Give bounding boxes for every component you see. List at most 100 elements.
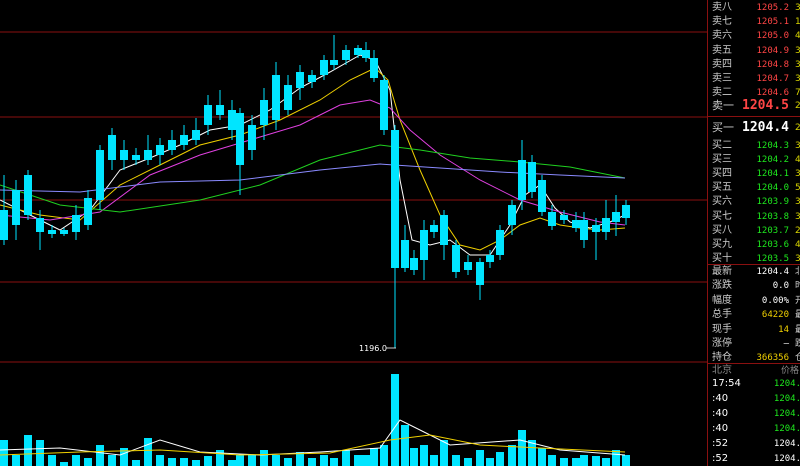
ticks-header: 北京 价格 bbox=[708, 364, 800, 378]
stat-row[interactable]: 最新 1204.4 北 bbox=[708, 265, 800, 279]
candle-down bbox=[296, 65, 304, 100]
candle-down bbox=[410, 250, 418, 275]
ask-volume: 3 bbox=[795, 45, 800, 56]
stat-row[interactable]: 现手 14 最 bbox=[708, 323, 800, 337]
bid-volume: 3 bbox=[795, 211, 800, 222]
volume-bar bbox=[401, 425, 409, 466]
volume-bar bbox=[132, 460, 140, 466]
order-book-panel: 卖八 1205.2 3 卖七 1205.1 1 卖六 1205.0 4 卖五 1204.9 3 卖四 12… bbox=[707, 0, 800, 466]
tick-price: 1204. bbox=[773, 409, 800, 419]
stat-label: 总手 bbox=[712, 309, 732, 321]
volume-bar bbox=[508, 445, 516, 466]
bid-row[interactable]: 买五 1204.0 5 bbox=[708, 181, 800, 195]
candle-down bbox=[260, 88, 268, 140]
volume-bar bbox=[228, 460, 236, 466]
ask-price: 1204.7 bbox=[756, 74, 789, 84]
ask1-volume: 2 bbox=[795, 101, 800, 111]
volume-bar bbox=[572, 458, 580, 466]
ask-row[interactable]: 卖六 1205.0 4 bbox=[708, 29, 800, 43]
ask-row[interactable]: 卖八 1205.2 3 bbox=[708, 1, 800, 15]
volume-bar bbox=[108, 455, 116, 466]
bid-row[interactable]: 买九 1203.6 4 bbox=[708, 238, 800, 252]
bid1-price: 1204.4 bbox=[742, 121, 789, 135]
ask-label: 卖七 bbox=[712, 16, 732, 28]
bid-row[interactable]: 买四 1204.1 3 bbox=[708, 167, 800, 181]
bid-price: 1204.0 bbox=[756, 183, 789, 194]
tick-row[interactable]: :52 1204. bbox=[708, 452, 800, 466]
bid-row[interactable]: 买七 1203.8 3 bbox=[708, 210, 800, 224]
stat-extra: 时 bbox=[795, 281, 800, 292]
ask-row[interactable]: 卖五 1204.9 3 bbox=[708, 44, 800, 58]
stat-value: 1204.4 bbox=[756, 267, 789, 277]
tick-row[interactable]: :40 1204. bbox=[708, 392, 800, 406]
volume-bar bbox=[486, 458, 494, 466]
tick-time: :40 bbox=[712, 423, 729, 434]
ask-row[interactable]: 卖七 1205.1 1 bbox=[708, 15, 800, 29]
bid-row[interactable]: 买六 1203.9 3 bbox=[708, 195, 800, 209]
ask-volume: 1 bbox=[795, 17, 800, 28]
stat-row[interactable]: 涨停 — 跌 bbox=[708, 337, 800, 351]
stat-row[interactable]: 幅度 0.00% 开 bbox=[708, 294, 800, 308]
volume-bar bbox=[192, 460, 200, 466]
volume-bar bbox=[476, 450, 484, 466]
bid-label: 买二 bbox=[712, 140, 732, 151]
candle-down bbox=[602, 200, 610, 240]
volume-bar bbox=[168, 458, 176, 466]
ask1-label: 卖一 bbox=[712, 99, 734, 112]
bid1-volume: 2 bbox=[795, 123, 800, 133]
bid-label: 买四 bbox=[712, 168, 732, 180]
bid-volume: 4 bbox=[795, 155, 800, 166]
ma10-line bbox=[0, 67, 626, 251]
bid-row[interactable]: 买三 1204.2 4 bbox=[708, 153, 800, 167]
bid-price: 1204.1 bbox=[756, 169, 789, 180]
candle-down bbox=[84, 190, 92, 230]
stat-row[interactable]: 总手 64220 最 bbox=[708, 308, 800, 322]
volume-bar bbox=[354, 455, 362, 466]
bid-label: 买六 bbox=[712, 196, 732, 208]
stat-row[interactable]: 涨跌 0.0 时 bbox=[708, 279, 800, 293]
tick-time: :52 bbox=[712, 453, 729, 464]
stat-label: 最新 bbox=[712, 266, 732, 277]
ticks-header-right: 价格 bbox=[780, 366, 799, 376]
ask-price: 1205.0 bbox=[756, 31, 789, 42]
bid-label: 买三 bbox=[712, 154, 732, 166]
tick-row[interactable]: :52 1204. bbox=[708, 437, 800, 451]
candle-down bbox=[144, 135, 152, 165]
candle-down bbox=[284, 75, 292, 115]
volume-bar bbox=[204, 456, 212, 466]
tick-row[interactable]: 17:54 1204. bbox=[708, 377, 800, 391]
tick-row[interactable]: :40 1204. bbox=[708, 422, 800, 436]
candle-down bbox=[248, 115, 256, 160]
volume-bar bbox=[330, 458, 338, 466]
ask1-row[interactable]: 卖一 1204.5 2 bbox=[708, 99, 800, 113]
volume-bar bbox=[602, 458, 610, 466]
candle-down bbox=[24, 170, 32, 220]
candle-down bbox=[538, 175, 546, 216]
candle-down bbox=[528, 155, 536, 198]
volume-bar bbox=[496, 452, 504, 466]
stat-label: 幅度 bbox=[712, 294, 732, 306]
volume-bar bbox=[60, 462, 68, 466]
volume-bar bbox=[308, 458, 316, 466]
ask-volume: 3 bbox=[795, 3, 800, 13]
candle-down bbox=[272, 62, 280, 130]
candle-down bbox=[362, 42, 370, 62]
stat-value: 64220 bbox=[761, 310, 789, 321]
volume-bar bbox=[180, 458, 188, 466]
bid1-row[interactable]: 买一 1204.4 2 bbox=[708, 121, 800, 135]
stat-extra: 跌 bbox=[795, 339, 800, 349]
tick-row[interactable]: :40 1204. bbox=[708, 407, 800, 421]
candle-down bbox=[72, 205, 80, 240]
candle-down bbox=[236, 108, 244, 195]
volume-bar bbox=[24, 435, 32, 466]
volume-bar bbox=[420, 445, 428, 466]
volume-bar bbox=[580, 455, 588, 466]
candlestick-chart[interactable]: 1196.0 bbox=[0, 0, 707, 466]
ask-label: 卖六 bbox=[712, 30, 732, 42]
bid-row[interactable]: 买八 1203.7 2 bbox=[708, 224, 800, 238]
bid-label: 买九 bbox=[712, 238, 732, 250]
ask-row[interactable]: 卖三 1204.7 3 bbox=[708, 72, 800, 86]
ask-row[interactable]: 卖四 1204.8 3 bbox=[708, 58, 800, 72]
bid-row[interactable]: 买二 1204.3 3 bbox=[708, 139, 800, 153]
bid-price: 1204.3 bbox=[756, 141, 789, 151]
